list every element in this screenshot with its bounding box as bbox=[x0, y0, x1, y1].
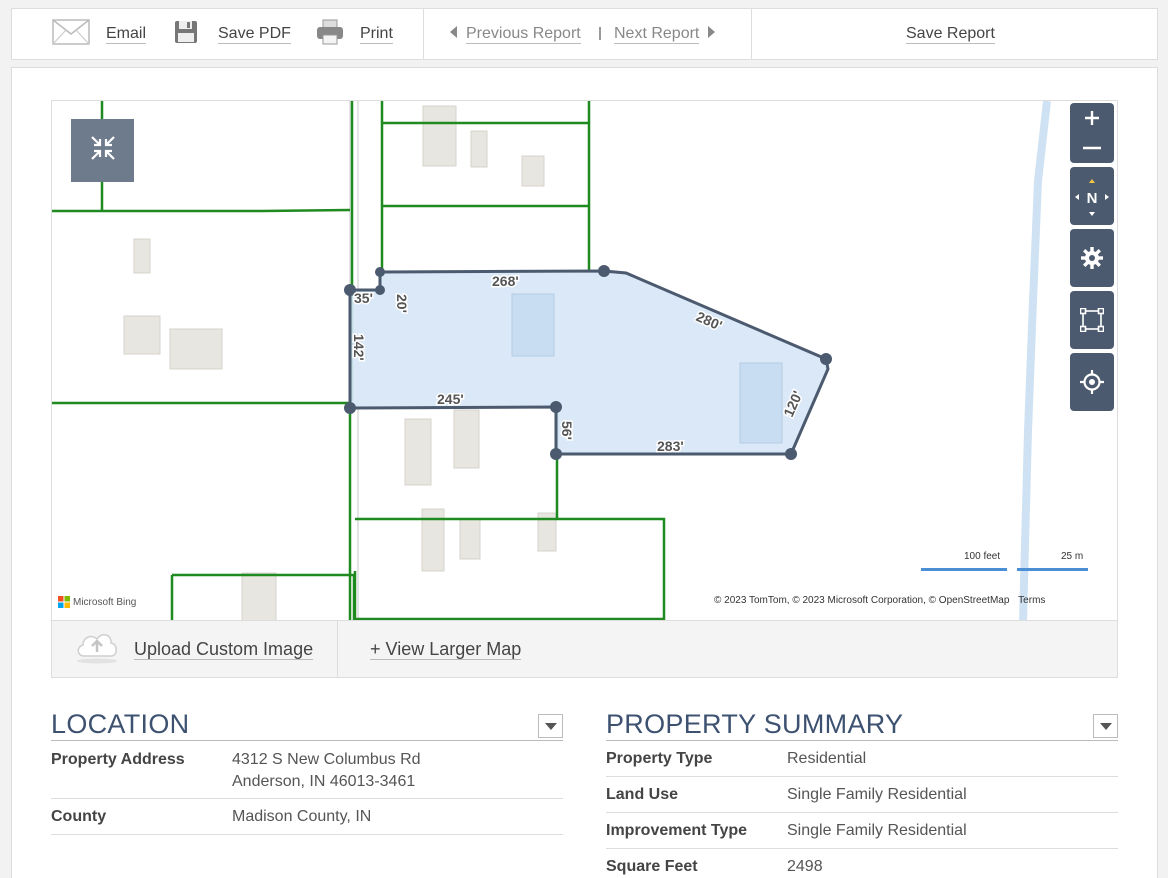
email-label: Email bbox=[106, 24, 147, 44]
crosshair-icon bbox=[1080, 370, 1104, 394]
bing-attribution[interactable]: Microsoft Bing bbox=[58, 596, 136, 608]
upload-custom-image-label: Upload Custom Image bbox=[134, 638, 314, 660]
compass-icon: N bbox=[1075, 179, 1109, 216]
chevron-down-icon bbox=[544, 722, 557, 730]
measure-20: 20' bbox=[394, 294, 410, 313]
save-pdf-button[interactable]: Save PDF bbox=[174, 9, 291, 59]
caret-right-icon bbox=[707, 25, 716, 43]
improvement-type-value: Single Family Residential bbox=[787, 821, 967, 839]
draw-area-button[interactable] bbox=[1070, 291, 1114, 349]
toolbar-divider bbox=[423, 9, 424, 59]
cloud-upload-icon bbox=[74, 630, 120, 669]
print-button[interactable]: Print bbox=[316, 9, 393, 59]
property-type-value: Residential bbox=[787, 749, 867, 767]
caret-left-icon bbox=[450, 25, 458, 43]
square-feet-row: Square Feet 2498 bbox=[606, 849, 1118, 878]
chevron-down-icon bbox=[1099, 722, 1112, 730]
print-label: Print bbox=[360, 24, 393, 44]
zoom-control bbox=[1070, 103, 1114, 163]
upload-custom-image-button[interactable]: Upload Custom Image bbox=[74, 621, 314, 677]
property-type-label: Property Type bbox=[606, 749, 713, 767]
scale-meters-label: 25 m bbox=[1061, 551, 1084, 562]
land-use-value: Single Family Residential bbox=[787, 785, 967, 803]
parcel-map[interactable]: 268' 20' 35' 142' 280' 120' 245' 56' 283… bbox=[51, 100, 1118, 621]
locate-button[interactable] bbox=[1070, 353, 1114, 411]
minus-icon bbox=[1083, 146, 1101, 150]
previous-report-label: Previous Report bbox=[466, 24, 581, 44]
collapse-arrows-icon bbox=[90, 135, 116, 166]
property-address-label: Property Address bbox=[51, 751, 185, 768]
property-summary-header: PROPERTY SUMMARY bbox=[606, 708, 1118, 741]
stream bbox=[1019, 101, 1051, 620]
location-collapse-button[interactable] bbox=[538, 714, 563, 738]
measure-268: 268' bbox=[492, 273, 519, 289]
zoom-out-button[interactable] bbox=[1070, 133, 1114, 163]
report-toolbar: Email Save PDF Print Previous Report Nex… bbox=[11, 8, 1158, 60]
view-larger-map-link[interactable]: + View Larger Map bbox=[370, 621, 522, 677]
bing-label: Microsoft Bing bbox=[73, 596, 137, 608]
property-summary-section: PROPERTY SUMMARY Property Type Residenti… bbox=[606, 708, 1118, 878]
footer-divider bbox=[337, 621, 338, 677]
exit-fullscreen-button[interactable] bbox=[71, 119, 134, 182]
county-row: County Madison County, IN bbox=[51, 799, 563, 835]
scale-feet-label: 100 feet bbox=[964, 551, 1001, 562]
address-line-1: 4312 S New Columbus Rd bbox=[232, 751, 421, 768]
map-copyright: © 2023 TomTom, © 2023 Microsoft Corporat… bbox=[714, 595, 1045, 606]
terms-link[interactable]: Terms bbox=[1018, 595, 1045, 606]
envelope-icon bbox=[52, 18, 90, 50]
printer-icon bbox=[316, 19, 344, 50]
gear-icon bbox=[1081, 247, 1103, 269]
svg-text:N: N bbox=[1087, 190, 1098, 207]
scale-feet-bar bbox=[921, 568, 1007, 571]
map-footer: Upload Custom Image + View Larger Map bbox=[51, 621, 1118, 678]
property-summary-title: PROPERTY SUMMARY bbox=[606, 709, 904, 739]
copyright-text: © 2023 TomTom, © 2023 Microsoft Corporat… bbox=[714, 595, 1010, 606]
location-header: LOCATION bbox=[51, 708, 563, 741]
location-title: LOCATION bbox=[51, 709, 190, 739]
land-use-row: Land Use Single Family Residential bbox=[606, 777, 1118, 813]
microsoft-logo-icon bbox=[58, 596, 70, 608]
improvement-type-row: Improvement Type Single Family Residenti… bbox=[606, 813, 1118, 849]
settings-button[interactable] bbox=[1070, 229, 1114, 287]
previous-report-button[interactable]: Previous Report bbox=[450, 9, 581, 59]
scale-meters-bar bbox=[1017, 568, 1088, 571]
compass-button[interactable]: N bbox=[1070, 167, 1114, 225]
measure-283: 283' bbox=[657, 438, 684, 454]
measure-245: 245' bbox=[437, 391, 464, 407]
property-type-row: Property Type Residential bbox=[606, 741, 1118, 777]
measure-142: 142' bbox=[351, 334, 367, 361]
square-feet-value: 2498 bbox=[787, 857, 823, 875]
land-use-label: Land Use bbox=[606, 785, 679, 803]
view-larger-map-label: + View Larger Map bbox=[370, 638, 522, 660]
property-address-row: Property Address 4312 S New Columbus Rd … bbox=[51, 741, 563, 799]
next-report-button[interactable]: Next Report bbox=[614, 9, 716, 59]
county-value: Madison County, IN bbox=[232, 807, 372, 825]
map-canvas: 268' 20' 35' 142' 280' 120' 245' 56' 283… bbox=[52, 101, 1051, 620]
floppy-disk-icon bbox=[174, 20, 198, 49]
county-label: County bbox=[51, 807, 107, 825]
bounding-box-icon bbox=[1080, 308, 1104, 332]
toolbar-divider bbox=[751, 9, 752, 59]
address-line-2: Anderson, IN 46013-3461 bbox=[232, 773, 416, 790]
measure-35: 35' bbox=[354, 290, 373, 306]
property-summary-collapse-button[interactable] bbox=[1093, 714, 1118, 738]
square-feet-label: Square Feet bbox=[606, 857, 698, 875]
zoom-in-button[interactable] bbox=[1070, 103, 1114, 133]
location-section: LOCATION Property Address 4312 S New Col… bbox=[51, 708, 563, 835]
plus-icon bbox=[1085, 111, 1099, 125]
save-report-label: Save Report bbox=[906, 24, 995, 44]
save-report-button[interactable]: Save Report bbox=[906, 9, 995, 59]
property-address-value: 4312 S New Columbus Rd Anderson, IN 4601… bbox=[232, 749, 421, 798]
improvement-type-label: Improvement Type bbox=[606, 821, 748, 839]
next-report-label: Next Report bbox=[614, 24, 700, 44]
email-button[interactable]: Email bbox=[52, 9, 147, 59]
nav-divider bbox=[599, 27, 601, 40]
measure-56: 56' bbox=[559, 421, 575, 440]
save-pdf-label: Save PDF bbox=[218, 24, 291, 44]
